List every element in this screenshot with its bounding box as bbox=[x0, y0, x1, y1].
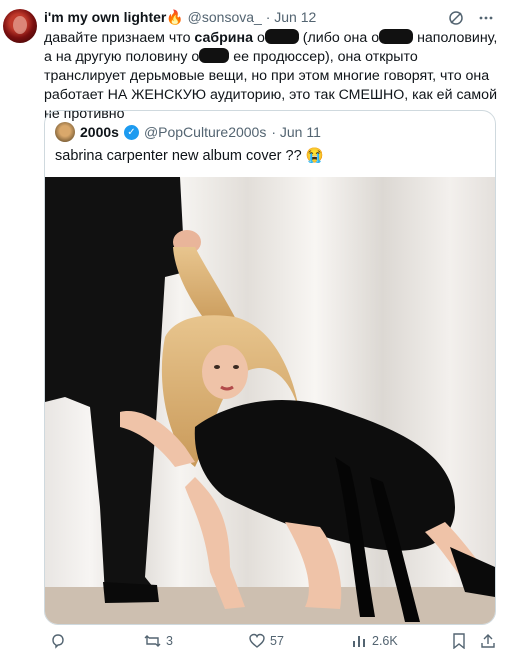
repost-icon bbox=[144, 635, 161, 647]
redaction-bar bbox=[264, 29, 299, 44]
quoted-display-name[interactable]: 2000s bbox=[80, 124, 119, 140]
views-icon bbox=[353, 636, 365, 647]
redaction-bar bbox=[379, 29, 414, 44]
views-button[interactable]: 2.6K bbox=[351, 633, 398, 649]
post-header: i'm my own lighter🔥 @sonsova_ · Jun 12 bbox=[44, 9, 316, 26]
fire-emoji-icon: 🔥 bbox=[166, 9, 184, 25]
repost-count: 3 bbox=[166, 634, 173, 648]
more-icon[interactable] bbox=[478, 10, 494, 30]
like-icon bbox=[249, 633, 265, 648]
quoted-post[interactable]: 2000s ✓ @PopCulture2000s · Jun 11 sabrin… bbox=[44, 110, 496, 625]
handle[interactable]: @sonsova_ bbox=[188, 9, 262, 25]
quoted-text: sabrina carpenter new album cover ?? 😭 bbox=[55, 148, 324, 164]
bold-name: сабрина bbox=[194, 30, 253, 46]
quoted-handle[interactable]: @PopCulture2000s bbox=[144, 124, 266, 140]
grok-icon[interactable] bbox=[448, 10, 464, 30]
like-count: 57 bbox=[270, 634, 284, 648]
quoted-date[interactable]: · Jun 11 bbox=[271, 124, 321, 140]
repost-button[interactable]: 3 bbox=[144, 633, 173, 649]
views-count: 2.6K bbox=[372, 634, 398, 648]
bookmark-button[interactable] bbox=[452, 633, 466, 649]
post-top-actions bbox=[448, 10, 494, 30]
bookmark-icon bbox=[453, 633, 465, 649]
reply-icon bbox=[52, 634, 64, 649]
quoted-header: 2000s ✓ @PopCulture2000s · Jun 11 bbox=[55, 122, 321, 142]
redaction-bar bbox=[199, 48, 230, 63]
share-button[interactable] bbox=[480, 633, 496, 649]
post-date[interactable]: · Jun 12 bbox=[266, 9, 317, 25]
album-cover-photo[interactable] bbox=[45, 177, 495, 624]
reply-button[interactable] bbox=[50, 633, 71, 649]
verified-badge-icon: ✓ bbox=[123, 124, 139, 140]
like-button[interactable]: 57 bbox=[249, 633, 284, 649]
share-icon bbox=[481, 634, 495, 648]
post-actions: 3 57 2.6K bbox=[44, 633, 500, 653]
quoted-avatar[interactable] bbox=[55, 122, 75, 142]
display-name[interactable]: i'm my own lighter bbox=[44, 9, 166, 25]
author-avatar[interactable] bbox=[3, 9, 37, 43]
